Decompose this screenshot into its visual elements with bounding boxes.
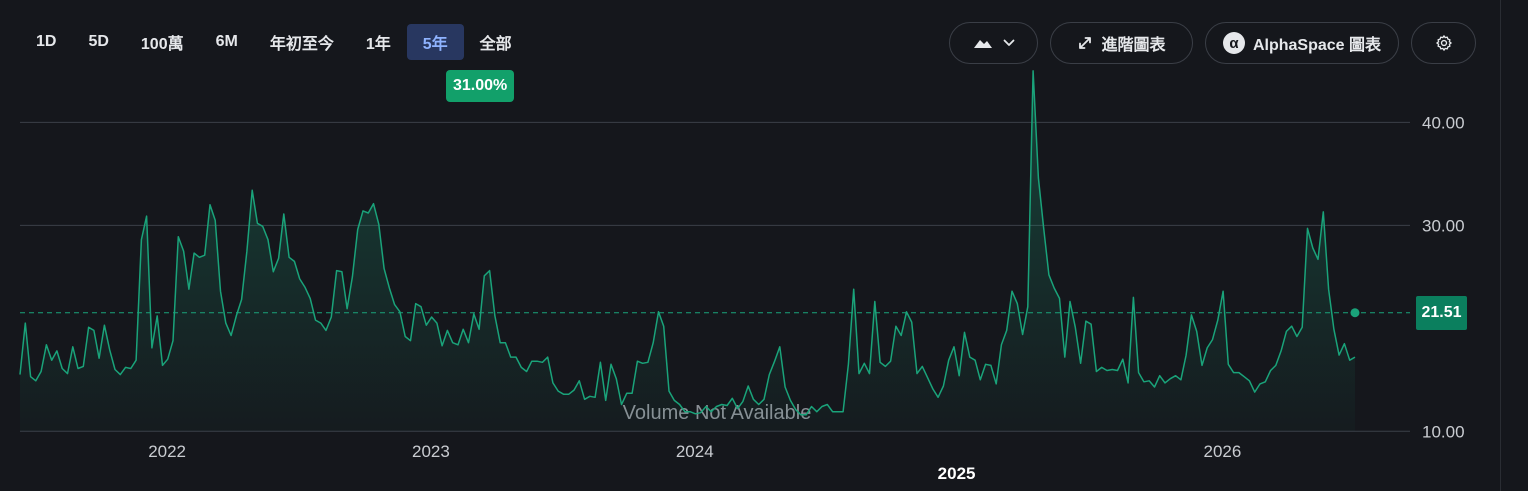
x-tick-label: 2026 bbox=[1204, 442, 1242, 461]
price-chart[interactable]: 40.0030.0010.00 20222023202420252026 Vol… bbox=[0, 0, 1528, 491]
current-price-label: 21.51 bbox=[1416, 296, 1467, 330]
current-price-marker bbox=[1350, 308, 1360, 318]
x-tick-label: 2022 bbox=[148, 442, 186, 461]
x-tick-label: 2025 bbox=[938, 464, 976, 483]
x-tick-label: 2023 bbox=[412, 442, 450, 461]
price-area-fill bbox=[20, 70, 1355, 432]
x-axis-ticks: 2022 2023 2024 2025 2026 bbox=[148, 442, 1241, 483]
y-tick-label: 30.00 bbox=[1422, 216, 1465, 235]
x-tick-label: 2024 bbox=[676, 442, 714, 461]
y-tick-label: 40.00 bbox=[1422, 113, 1465, 132]
y-tick-label: 10.00 bbox=[1422, 422, 1465, 441]
y-axis-ticks: 40.00 30.00 10.00 bbox=[1422, 113, 1465, 441]
